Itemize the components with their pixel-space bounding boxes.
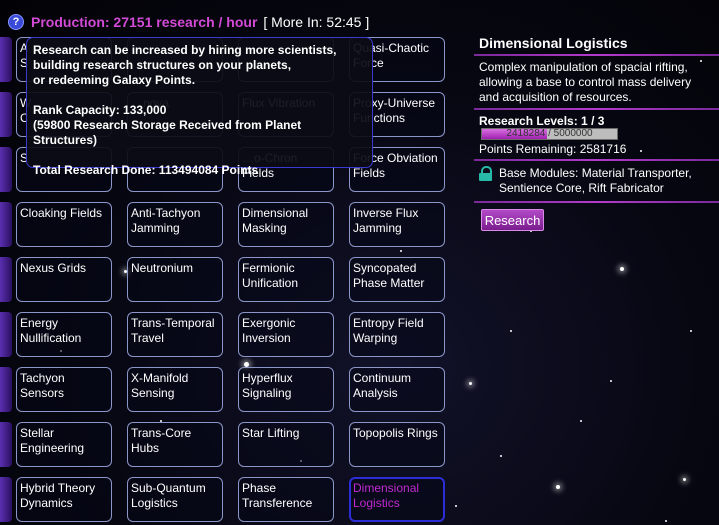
row-edge bbox=[0, 477, 12, 522]
star bbox=[455, 505, 457, 507]
research-tile[interactable]: Trans-Temporal Travel bbox=[127, 312, 223, 357]
star bbox=[683, 478, 686, 481]
divider bbox=[474, 201, 719, 203]
lock-icon bbox=[479, 166, 492, 181]
research-tile[interactable]: Dimensional Masking bbox=[238, 202, 334, 247]
progress-text: 2418284 / 5000000 bbox=[506, 128, 593, 139]
row-edge bbox=[0, 202, 12, 247]
research-tile[interactable]: Neutronium bbox=[127, 257, 223, 302]
star bbox=[610, 380, 612, 382]
production-header: ? Production: 27151 research / hour [ Mo… bbox=[8, 11, 369, 33]
star bbox=[400, 250, 402, 252]
research-storage: (59800 Research Storage Received from Pl… bbox=[33, 118, 302, 147]
research-tile[interactable]: Energy Nullification bbox=[16, 312, 112, 357]
research-tile[interactable]: Exergonic Inversion bbox=[238, 312, 334, 357]
research-tile[interactable]: Cloaking Fields bbox=[16, 202, 112, 247]
research-tile[interactable]: Nexus Grids bbox=[16, 257, 112, 302]
research-tile[interactable]: Continuum Analysis bbox=[349, 367, 445, 412]
research-tile[interactable]: Dimensional Logistics bbox=[349, 477, 445, 522]
star bbox=[620, 267, 624, 271]
research-tile[interactable]: Tachyon Sensors bbox=[16, 367, 112, 412]
points-remaining: Points Remaining: 2581716 bbox=[479, 142, 627, 156]
base-modules: Base Modules: Material Transporter, Sent… bbox=[474, 161, 719, 201]
production-label: Production: 27151 research / hour bbox=[31, 14, 258, 30]
star bbox=[510, 330, 512, 332]
row-edge bbox=[0, 92, 12, 137]
research-tile[interactable]: Syncopated Phase Matter bbox=[349, 257, 445, 302]
tooltip-line: building research structures on your pla… bbox=[33, 58, 292, 72]
research-tile[interactable]: Hyperflux Signaling bbox=[238, 367, 334, 412]
row-edge bbox=[0, 367, 12, 412]
research-description: Complex manipulation of spacial rifting,… bbox=[479, 60, 692, 104]
row-edge bbox=[0, 422, 12, 467]
research-tile[interactable]: Entropy Field Warping bbox=[349, 312, 445, 357]
tooltip-line: or redeeming Galaxy Points. bbox=[33, 73, 196, 87]
rank-capacity: Rank Capacity: 133,000 bbox=[33, 103, 167, 117]
research-tile[interactable]: Topopolis Rings bbox=[349, 422, 445, 467]
row-edge bbox=[0, 37, 12, 82]
research-levels: Research Levels: 1 / 3 bbox=[479, 114, 605, 128]
research-tile[interactable]: Trans-Core Hubs bbox=[127, 422, 223, 467]
star bbox=[469, 382, 472, 385]
more-in-timer: [ More In: 52:45 ] bbox=[263, 14, 370, 30]
research-tile[interactable]: Star Lifting bbox=[238, 422, 334, 467]
research-tile[interactable]: Anti-Tachyon Jamming bbox=[127, 202, 223, 247]
tooltip-line: Research can be increased by hiring more… bbox=[33, 43, 337, 57]
total-research: Total Research Done: 113494084 Points bbox=[33, 163, 259, 177]
help-icon[interactable]: ? bbox=[8, 14, 24, 30]
row-edge bbox=[0, 147, 12, 192]
star bbox=[665, 520, 667, 522]
star bbox=[580, 420, 582, 422]
research-button[interactable]: Research bbox=[481, 209, 544, 231]
star bbox=[690, 330, 692, 332]
star bbox=[556, 485, 560, 489]
research-tile[interactable]: X-Manifold Sensing bbox=[127, 367, 223, 412]
research-tooltip: Research can be increased by hiring more… bbox=[26, 37, 373, 177]
research-tile[interactable]: Hybrid Theory Dynamics bbox=[16, 477, 112, 522]
panel-title: Dimensional Logistics bbox=[479, 35, 628, 51]
research-tile[interactable]: Stellar Engineering bbox=[16, 422, 112, 467]
research-tile[interactable]: Sub-Quantum Logistics bbox=[127, 477, 223, 522]
research-tile[interactable]: Inverse Flux Jamming bbox=[349, 202, 445, 247]
research-progress-bar: 2418284 / 5000000 bbox=[481, 128, 618, 140]
row-edge bbox=[0, 312, 12, 357]
base-modules-text: Base Modules: Material Transporter, Sent… bbox=[499, 166, 692, 195]
research-tile[interactable]: Fermionic Unification bbox=[238, 257, 334, 302]
research-tile[interactable]: Phase Transference bbox=[238, 477, 334, 522]
research-detail-panel: Dimensional Logistics Complex manipulati… bbox=[474, 31, 719, 231]
star bbox=[500, 455, 502, 457]
row-edge bbox=[0, 257, 12, 302]
